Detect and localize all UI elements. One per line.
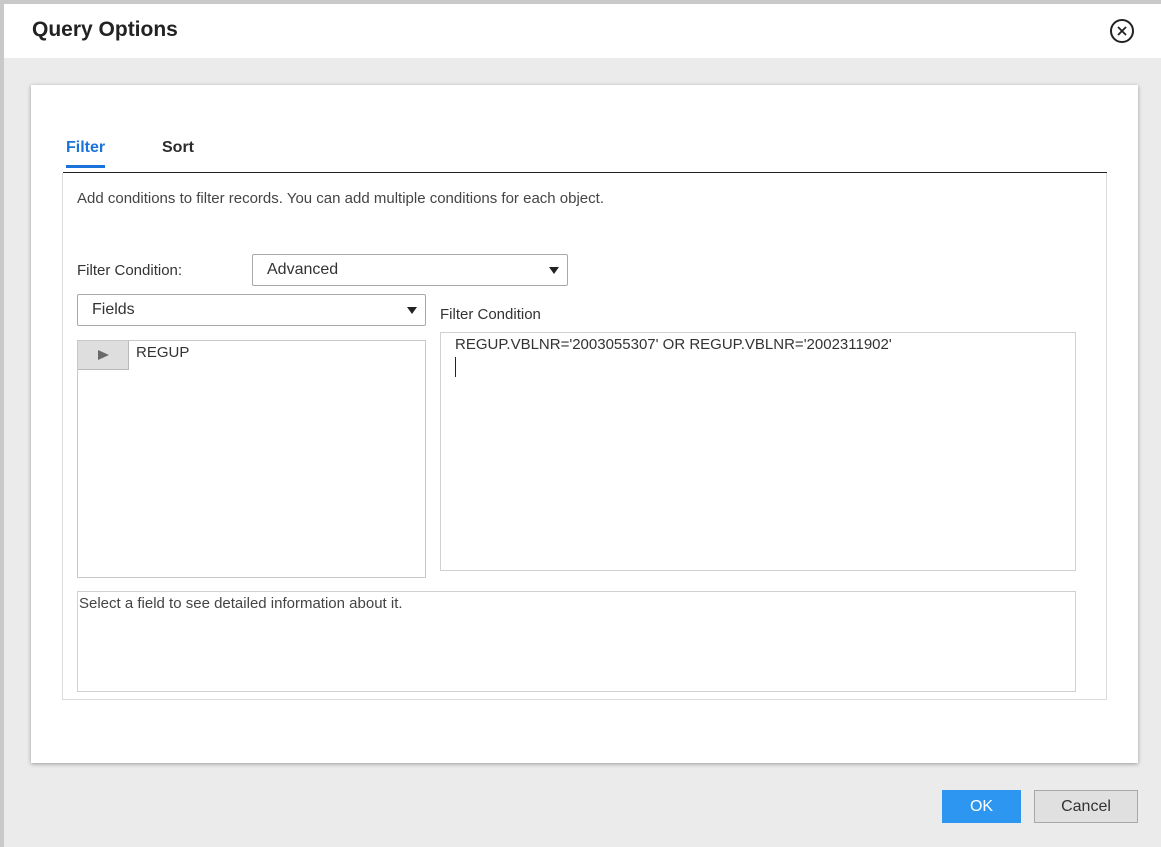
ok-button[interactable]: OK bbox=[942, 790, 1021, 823]
tab-filter[interactable]: Filter bbox=[66, 139, 106, 168]
chevron-down-icon bbox=[407, 307, 417, 314]
filter-condition-text: REGUP.VBLNR='2003055307' OR REGUP.VBLNR=… bbox=[455, 336, 892, 353]
tab-sort[interactable]: Sort bbox=[162, 139, 194, 157]
tab-bar: Filter Sort bbox=[63, 137, 1107, 173]
query-options-dialog: Query Options Filter Sort Add conditions… bbox=[4, 4, 1161, 847]
field-info-box: Select a field to see detailed informati… bbox=[77, 591, 1076, 692]
filter-condition-select[interactable]: Advanced bbox=[252, 254, 568, 286]
close-x-glyph bbox=[1117, 26, 1127, 36]
cancel-button[interactable]: Cancel bbox=[1034, 790, 1138, 823]
list-item-label[interactable]: REGUP bbox=[136, 344, 189, 361]
fields-list: REGUP bbox=[77, 340, 426, 578]
close-icon[interactable] bbox=[1110, 19, 1134, 43]
list-item[interactable]: REGUP bbox=[78, 341, 425, 371]
field-info-text: Select a field to see detailed informati… bbox=[79, 595, 403, 612]
dialog-content-card: Filter Sort Add conditions to filter rec… bbox=[31, 85, 1138, 763]
fields-select-value: Fields bbox=[92, 301, 135, 318]
chevron-down-icon bbox=[549, 267, 559, 274]
fields-select[interactable]: Fields bbox=[77, 294, 426, 326]
filter-condition-label: Filter Condition: bbox=[77, 262, 183, 279]
filter-description: Add conditions to filter records. You ca… bbox=[77, 190, 604, 207]
play-triangle-glyph bbox=[97, 350, 109, 360]
filter-condition-value: Advanced bbox=[267, 261, 339, 278]
expand-arrow-icon[interactable] bbox=[78, 341, 129, 370]
dialog-header: Query Options bbox=[4, 4, 1161, 58]
filter-condition-editor[interactable]: REGUP.VBLNR='2003055307' OR REGUP.VBLNR=… bbox=[440, 332, 1076, 571]
dialog-title: Query Options bbox=[32, 18, 178, 41]
filter-condition-editor-label: Filter Condition bbox=[440, 306, 541, 323]
filter-panel: Add conditions to filter records. You ca… bbox=[62, 173, 1107, 700]
text-cursor bbox=[455, 357, 456, 377]
